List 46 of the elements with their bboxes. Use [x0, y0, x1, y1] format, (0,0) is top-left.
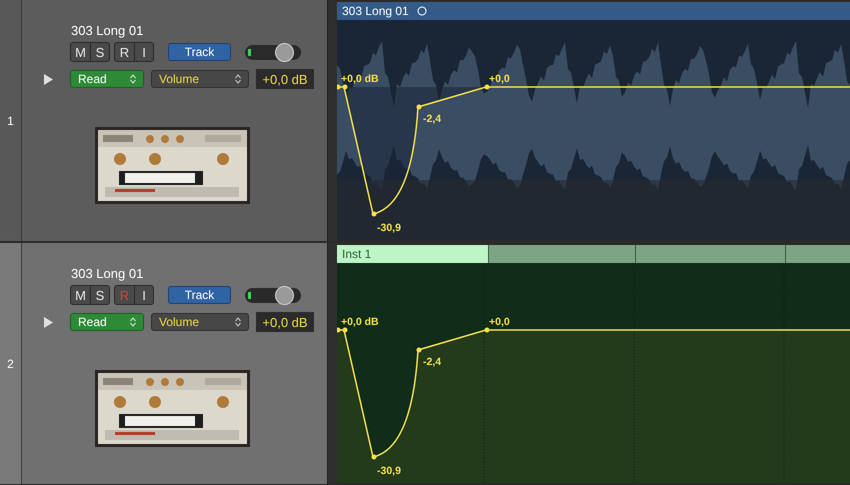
- automation-value: +0,0: [489, 316, 510, 328]
- track-name: 303 Long 01: [71, 22, 144, 40]
- automation-value: -2,4: [423, 113, 442, 125]
- automation-curve[interactable]: [337, 328, 850, 460]
- automation-value-field[interactable]: +0,0 dB: [256, 312, 314, 332]
- automation-value: +0,0 dB: [341, 73, 379, 85]
- track-header[interactable]: 303 Long 01 M S R I Track Read Volume +0,0 dB: [22, 0, 327, 241]
- volume-slider[interactable]: [245, 44, 301, 60]
- record-button[interactable]: R: [115, 43, 134, 61]
- automation-value: -30,9: [377, 222, 401, 234]
- disclosure-triangle-icon[interactable]: [44, 74, 53, 84]
- region-title: 303 Long 01: [342, 5, 409, 17]
- track-button[interactable]: Track: [168, 43, 231, 61]
- input-button[interactable]: I: [134, 43, 153, 61]
- slider-thumb[interactable]: [274, 42, 294, 62]
- disclosure-triangle-icon[interactable]: [44, 316, 53, 328]
- automation-value: -30,9: [377, 465, 401, 477]
- parameter-popup[interactable]: Volume: [151, 70, 249, 88]
- updown-caret-icon: [130, 317, 136, 327]
- track-header[interactable]: 303 Long 01 M S R I Track Read Volume +0,0 dB: [22, 243, 327, 484]
- audio-region[interactable]: 303 Long 01 +0,0 dB -30,9 -2,4 +0,0: [337, 2, 850, 241]
- region-title: Inst 1: [342, 248, 372, 260]
- automation-value: +0,0 dB: [341, 316, 379, 328]
- automation-value-field[interactable]: +0,0 dB: [256, 69, 314, 89]
- track-number: 2: [7, 356, 14, 372]
- automation-mode-popup[interactable]: Read: [70, 313, 144, 331]
- automation-curve[interactable]: [337, 84, 850, 216]
- parameter-popup[interactable]: Volume: [151, 313, 249, 331]
- automation-mode-popup[interactable]: Read: [70, 70, 144, 88]
- midi-region[interactable]: Inst 1 +0,0 dB -30,9 -2,4 +0,0: [337, 245, 850, 484]
- volume-slider[interactable]: [245, 288, 301, 302]
- track-name: 303 Long 01: [71, 265, 144, 283]
- updown-caret-icon: [235, 317, 241, 327]
- automation-value: -2,4: [423, 356, 442, 368]
- updown-caret-icon: [130, 74, 136, 84]
- slider-thumb[interactable]: [274, 286, 294, 304]
- loop-icon: [416, 6, 427, 16]
- automation-value: +0,0: [489, 73, 510, 85]
- solo-button[interactable]: S: [90, 43, 109, 61]
- track-number: 1: [7, 112, 14, 130]
- solo-button[interactable]: S: [90, 286, 109, 304]
- track-button[interactable]: Track: [168, 286, 231, 304]
- updown-caret-icon: [235, 74, 241, 84]
- input-button[interactable]: I: [134, 286, 153, 304]
- mute-button[interactable]: M: [71, 286, 90, 304]
- mute-button[interactable]: M: [71, 43, 90, 61]
